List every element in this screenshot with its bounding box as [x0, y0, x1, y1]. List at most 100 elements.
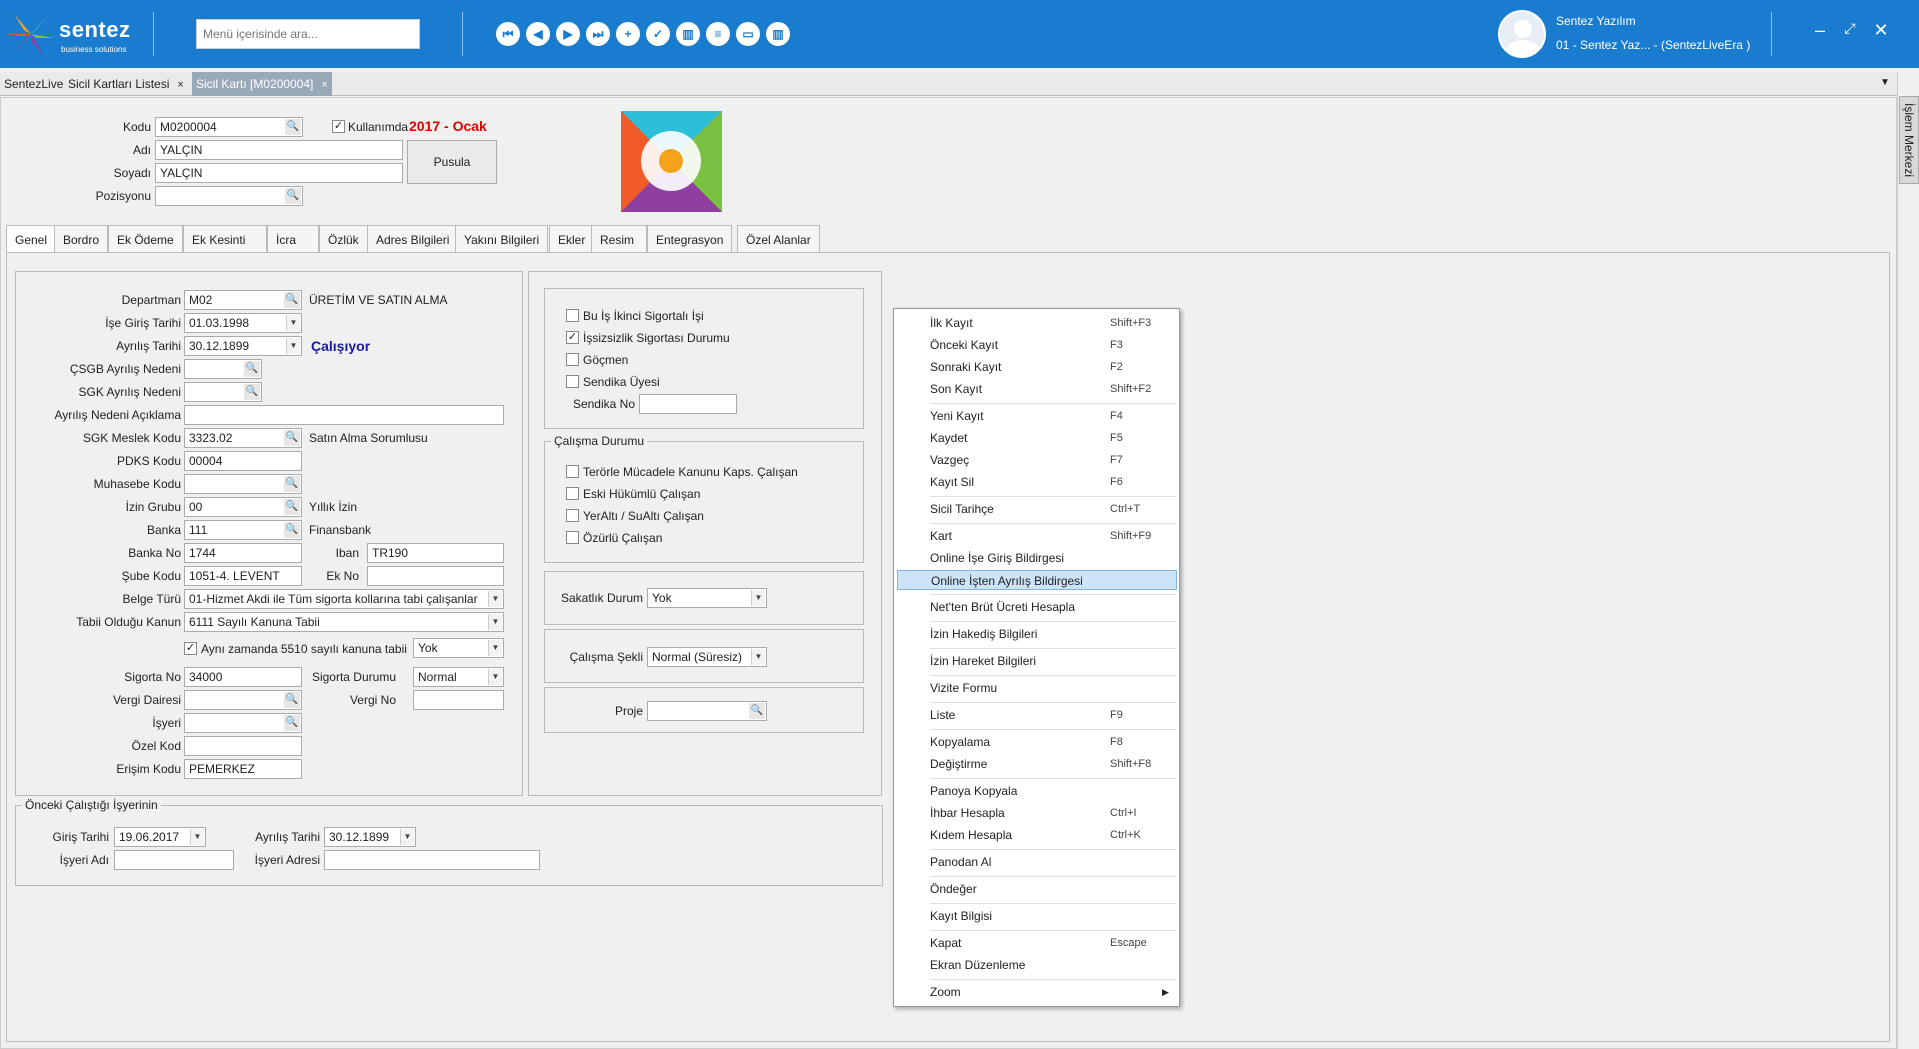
- search-icon[interactable]: 🔍: [749, 703, 765, 719]
- belge-select[interactable]: 01-Hizmet Akdi ile Tüm sigorta kollarına…: [184, 589, 504, 609]
- prev-record-icon[interactable]: ◀: [526, 22, 550, 46]
- chevron-down-icon[interactable]: ▼: [1880, 77, 1890, 88]
- erisim-field[interactable]: PEMERKEZ: [184, 759, 302, 779]
- departman-field[interactable]: M02 🔍: [184, 290, 302, 310]
- menu-item[interactable]: Kaydet F5: [930, 428, 1178, 448]
- isyeri-adresi-field[interactable]: [324, 850, 540, 870]
- menu-item[interactable]: İlk Kayıt Shift+F3: [930, 313, 1178, 333]
- gocmen-checkbox[interactable]: [566, 353, 579, 366]
- search-icon[interactable]: 🔍: [244, 361, 260, 377]
- menu-item[interactable]: Zoom ▶: [930, 982, 1178, 1002]
- menu-item[interactable]: Vazgeç F7: [930, 450, 1178, 470]
- kanun-select[interactable]: 6111 Sayılı Kanuna Tabii ▼: [184, 612, 504, 632]
- search-icon[interactable]: 🔍: [244, 384, 260, 400]
- menu-item[interactable]: Kopyalama F8: [930, 732, 1178, 752]
- menu-item[interactable]: Kart Shift+F9: [930, 526, 1178, 546]
- menu-item[interactable]: Online İşe Giriş Bildirgesi: [930, 548, 1178, 568]
- add-icon[interactable]: +: [616, 22, 640, 46]
- menu-item[interactable]: Yeni Kayıt F4: [930, 406, 1178, 426]
- menu-item[interactable]: Ekran Düzenleme: [930, 955, 1178, 975]
- list-icon[interactable]: ≡: [706, 22, 730, 46]
- menu-item-highlighted[interactable]: Online İşten Ayrılış Bildirgesi: [897, 570, 1177, 590]
- issizlik-checkbox[interactable]: ✓: [566, 331, 579, 344]
- sendika-no-field[interactable]: [639, 394, 737, 414]
- eski-hukumlu-checkbox[interactable]: [566, 487, 579, 500]
- menu-item[interactable]: Liste F9: [930, 705, 1178, 725]
- muhasebe-field[interactable]: 🔍: [184, 474, 302, 494]
- iban-field[interactable]: TR190: [367, 543, 504, 563]
- menu-item[interactable]: Son Kayıt Shift+F2: [930, 379, 1178, 399]
- employee-photo[interactable]: [621, 111, 722, 212]
- menu-item[interactable]: Değiştirme Shift+F8: [930, 754, 1178, 774]
- sigorta-no-field[interactable]: 34000: [184, 667, 302, 687]
- chevron-down-icon[interactable]: ▼: [488, 614, 502, 630]
- chevron-down-icon[interactable]: ▼: [190, 829, 204, 845]
- window-icon[interactable]: ▭: [736, 22, 760, 46]
- vergi-dairesi-field[interactable]: 🔍: [184, 690, 302, 710]
- pozisyonu-field[interactable]: 🔍: [155, 186, 303, 206]
- menu-item[interactable]: Vizite Formu: [930, 678, 1178, 698]
- search-icon[interactable]: 🔍: [284, 715, 300, 731]
- search-icon[interactable]: 🔍: [285, 119, 301, 135]
- vergi-no-field[interactable]: [413, 690, 504, 710]
- menu-item[interactable]: Kayıt Sil F6: [930, 472, 1178, 492]
- search-icon[interactable]: 🔍: [284, 292, 300, 308]
- isyeri-adi-field[interactable]: [114, 850, 234, 870]
- pusula-button[interactable]: Pusula: [407, 140, 497, 184]
- ayrilis-field[interactable]: 30.12.1899 ▼: [184, 336, 302, 356]
- tab-ozel-alanlar[interactable]: Özel Alanlar: [737, 225, 820, 253]
- kodu-field[interactable]: M0200004 🔍: [155, 117, 303, 137]
- tab-ekler[interactable]: Ekler: [549, 225, 595, 253]
- menu-item[interactable]: İhbar Hesapla Ctrl+I: [930, 803, 1178, 823]
- menu-item[interactable]: Kapat Escape: [930, 933, 1178, 953]
- tab-ozluk[interactable]: Özlük: [319, 225, 368, 253]
- ekno-field[interactable]: [367, 566, 504, 586]
- chevron-down-icon[interactable]: ▼: [488, 640, 502, 656]
- menu-search-input[interactable]: [196, 19, 420, 49]
- calisma-sekli-select[interactable]: Normal (Süresiz) ▼: [647, 647, 767, 667]
- maximize-icon[interactable]: ⤢: [1838, 20, 1862, 37]
- tab-icra[interactable]: İcra: [267, 225, 319, 253]
- trash-icon[interactable]: ▥: [766, 22, 790, 46]
- menu-item[interactable]: Sonraki Kayıt F2: [930, 357, 1178, 377]
- menu-item[interactable]: Panoya Kopyala: [930, 781, 1178, 801]
- tab-ek-odeme[interactable]: Ek Ödeme: [108, 225, 183, 253]
- islem-merkezi-tab[interactable]: İşlem Merkezi: [1899, 96, 1919, 184]
- next-record-icon[interactable]: ▶: [556, 22, 580, 46]
- sakatlik-select[interactable]: Yok ▼: [647, 588, 767, 608]
- search-icon[interactable]: 🔍: [284, 692, 300, 708]
- sigorta-durum-select[interactable]: Normal ▼: [413, 667, 504, 687]
- search-icon[interactable]: 🔍: [284, 499, 300, 515]
- chevron-down-icon[interactable]: ▼: [488, 591, 502, 607]
- tab-resim[interactable]: Resim: [591, 225, 647, 253]
- sendika-uye-checkbox[interactable]: [566, 375, 579, 388]
- chevron-down-icon[interactable]: ▼: [488, 669, 502, 685]
- pdks-field[interactable]: 00004: [184, 451, 302, 471]
- menu-item[interactable]: Net'ten Brüt Ücreti Hesapla: [930, 597, 1178, 617]
- ayrilis-aciklama-field[interactable]: [184, 405, 504, 425]
- chevron-down-icon[interactable]: ▼: [286, 338, 300, 354]
- tab-genel[interactable]: Genel: [6, 225, 57, 253]
- tab-adres[interactable]: Adres Bilgileri: [367, 225, 459, 253]
- tab-ek-kesinti[interactable]: Ek Kesinti: [183, 225, 267, 253]
- close-icon[interactable]: ×: [177, 79, 183, 91]
- proje-field[interactable]: 🔍: [647, 701, 767, 721]
- menu-item[interactable]: Panodan Al: [930, 852, 1178, 872]
- chevron-down-icon[interactable]: ▼: [400, 829, 414, 845]
- meslek-field[interactable]: 3323.02 🔍: [184, 428, 302, 448]
- menu-item[interactable]: Öndeğer: [930, 879, 1178, 899]
- menu-item[interactable]: Önceki Kayıt F3: [930, 335, 1178, 355]
- ozel-kod-field[interactable]: [184, 736, 302, 756]
- ise-giris-field[interactable]: 01.03.1998 ▼: [184, 313, 302, 333]
- ozurlu-checkbox[interactable]: [566, 531, 579, 544]
- onceki-giris-field[interactable]: 19.06.2017 ▼: [114, 827, 206, 847]
- chevron-down-icon[interactable]: ▼: [751, 649, 765, 665]
- banka-no-field[interactable]: 1744: [184, 543, 302, 563]
- close-icon[interactable]: ✕: [1869, 20, 1893, 41]
- tab-sentezlive[interactable]: SentezLive: [0, 72, 67, 96]
- delete-icon[interactable]: ▥: [676, 22, 700, 46]
- adi-field[interactable]: YALÇIN: [155, 140, 403, 160]
- last-record-icon[interactable]: ⏭: [586, 22, 610, 46]
- menu-item[interactable]: İzin Hareket Bilgileri: [930, 651, 1178, 671]
- close-icon[interactable]: ×: [321, 79, 327, 91]
